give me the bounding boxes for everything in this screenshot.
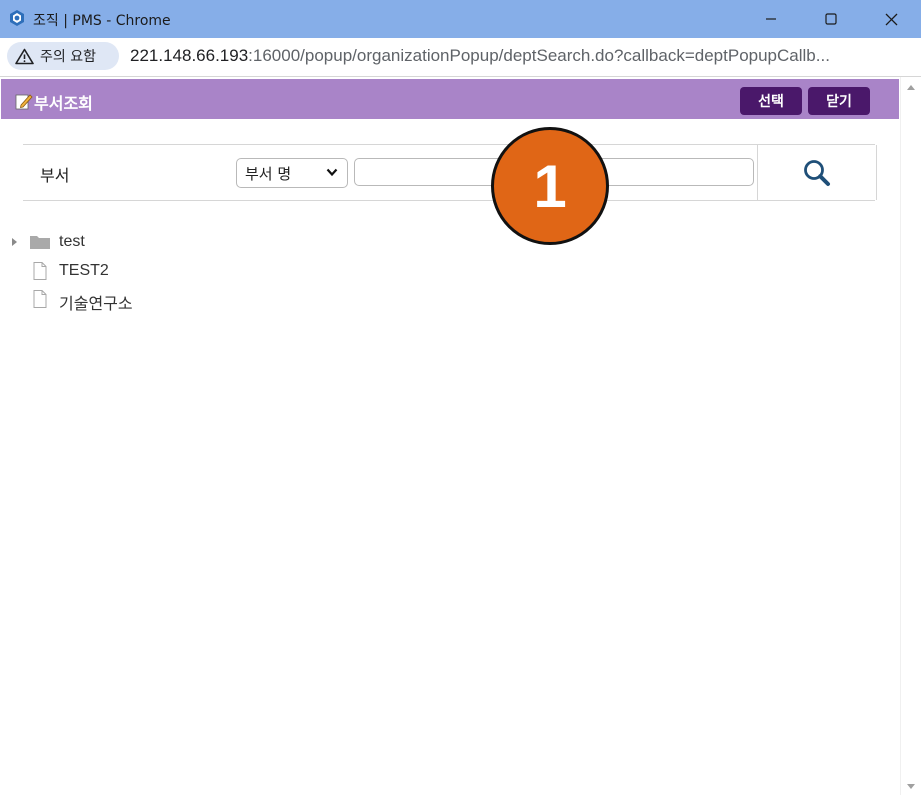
file-icon [33,262,47,280]
search-icon [804,160,830,186]
maximize-button[interactable] [801,0,861,38]
warning-icon [15,48,34,64]
minimize-icon [766,18,776,20]
search-button[interactable] [757,145,877,200]
close-button[interactable]: 닫기 [808,87,870,115]
url-path: :16000/popup/organizationPopup/deptSearc… [248,46,830,65]
warning-label: 주의 요함 [40,49,96,65]
file-icon [33,290,47,308]
close-window-button[interactable] [861,0,921,38]
vertical-scrollbar[interactable] [900,77,921,795]
address-bar: 주의 요함 221.148.66.193:16000/popup/organiz… [0,38,921,77]
tree-item-label: TEST2 [59,262,109,279]
chrome-app-icon [10,10,24,26]
close-icon [885,13,897,25]
maximize-icon [825,13,837,25]
page-content: 부서조회 선택 닫기 부서 부서 명 test TEST2 기술연구소 [0,77,921,795]
search-panel: 부서 부서 명 [23,144,877,201]
chevron-down-icon [326,168,338,177]
scroll-up-arrow-icon[interactable] [907,85,915,90]
site-security-chip[interactable]: 주의 요함 [7,42,119,70]
expand-arrow-icon[interactable] [12,238,17,246]
minimize-button[interactable] [741,0,801,38]
search-field-select[interactable]: 부서 명 [236,158,348,188]
search-label: 부서 [40,166,70,185]
popup-header: 부서조회 선택 닫기 [1,79,899,119]
window-title: 조직 | PMS - Chrome [33,13,171,29]
edit-note-icon [15,94,33,110]
window-title-bar: 조직 | PMS - Chrome [0,0,921,38]
search-field-value: 부서 명 [245,165,292,183]
folder-icon [30,236,50,249]
tree-item-label: test [59,233,85,250]
select-button[interactable]: 선택 [740,87,802,115]
tree-item-label: 기술연구소 [59,296,133,313]
url-host: 221.148.66.193 [130,46,249,65]
scroll-down-arrow-icon[interactable] [907,784,915,789]
page-title: 부서조회 [34,94,93,113]
url-text[interactable]: 221.148.66.193:16000/popup/organizationP… [130,46,905,66]
step-number-badge: 1 [491,127,609,245]
